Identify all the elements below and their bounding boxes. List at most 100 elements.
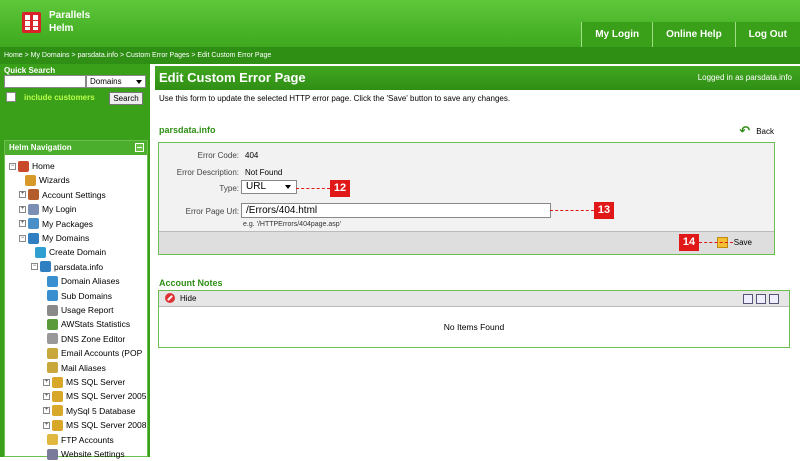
helm-navigation-panel: Helm Navigation − Home Wizards + Account Set…: [4, 140, 148, 460]
collapse-icon[interactable]: [135, 143, 144, 152]
nav-item[interactable]: + My Packages: [19, 217, 93, 231]
error-page-url-input[interactable]: /Errors/404.html: [241, 203, 551, 218]
report-icon: [47, 304, 58, 316]
nav-item[interactable]: − parsdata.info: [31, 260, 103, 274]
nav-item[interactable]: Wizards: [25, 173, 70, 187]
expand-toggle-icon[interactable]: +: [43, 421, 50, 429]
include-customers-label: include customers: [24, 93, 95, 102]
expand-toggle-icon[interactable]: +: [19, 205, 26, 213]
nav-item-label: Create Domain: [49, 247, 107, 258]
expand-toggle-icon[interactable]: +: [43, 378, 50, 386]
back-button[interactable]: ↶ Back: [739, 123, 774, 139]
online-help-link[interactable]: Online Help: [652, 22, 735, 47]
database-icon: [52, 419, 63, 431]
nav-item-label: Usage Report: [61, 305, 114, 315]
settings-icon: [47, 448, 58, 460]
error-code-label: Error Code:: [197, 151, 239, 160]
expand-toggle-icon[interactable]: −: [19, 234, 26, 242]
error-page-url-label: Error Page Url:: [185, 207, 239, 216]
nav-item[interactable]: FTP Accounts: [47, 433, 114, 447]
nav-item[interactable]: Website Settings: [47, 447, 125, 461]
back-label: Back: [756, 126, 774, 136]
quick-search-input[interactable]: [4, 75, 86, 88]
expand-toggle-icon[interactable]: +: [19, 220, 26, 228]
expand-toggle-icon[interactable]: +: [19, 191, 26, 199]
login-icon: [28, 203, 39, 215]
nav-item-label: Website Settings: [61, 449, 125, 459]
nav-item[interactable]: Email Accounts (POP: [47, 346, 142, 360]
globe-icon: [40, 261, 51, 273]
nav-item[interactable]: Domain Aliases: [47, 274, 120, 288]
callout-14-line: [699, 242, 733, 243]
brand-name: Parallels Helm: [49, 10, 91, 34]
expand-toggle-icon[interactable]: +: [43, 407, 50, 415]
stats-icon: [47, 318, 58, 330]
breadcrumb[interactable]: Home > My Domains > parsdata.info > Cust…: [0, 47, 800, 64]
email-icon: [47, 347, 58, 359]
account-notes-title: Account Notes: [159, 278, 223, 288]
include-customers-checkbox[interactable]: [6, 92, 16, 102]
database-icon: [52, 390, 63, 402]
wizard-icon: [25, 174, 36, 186]
error-code-value: 404: [245, 151, 259, 160]
nav-item[interactable]: + MS SQL Server: [43, 375, 125, 389]
export-icon[interactable]: [743, 294, 753, 304]
add-note-icon[interactable]: [756, 294, 766, 304]
database-icon: [52, 405, 63, 417]
chevron-down-icon: [136, 80, 142, 84]
nav-item[interactable]: + MySql 5 Database: [43, 404, 135, 418]
nav-item[interactable]: + MS SQL Server 2005: [43, 389, 146, 403]
log-out-link[interactable]: Log Out: [734, 22, 800, 47]
nav-item[interactable]: − My Domains: [19, 231, 89, 245]
sidebar: Quick Search Domains include customers S…: [0, 64, 150, 460]
nav-item-label: MS SQL Server 2005: [66, 391, 147, 402]
intro-text: Use this form to update the selected HTT…: [159, 94, 511, 103]
nav-item-label: AWStats Statistics: [61, 319, 131, 330]
expand-toggle-icon[interactable]: +: [43, 392, 50, 400]
nav-item[interactable]: + MS SQL Server 2008: [43, 418, 146, 432]
package-icon: [28, 218, 39, 230]
expand-toggle-icon[interactable]: −: [9, 162, 16, 170]
print-icon[interactable]: [769, 294, 779, 304]
callout-14: 14: [679, 234, 699, 251]
nav-item-label: Domain Aliases: [61, 276, 120, 287]
dns-icon: [47, 333, 58, 345]
title-bar: Edit Custom Error Page Logged in as pars…: [155, 66, 800, 90]
quick-search-select-value: Domains: [90, 77, 122, 86]
nav-item[interactable]: − Home: [9, 159, 55, 173]
callout-12: 12: [330, 180, 350, 197]
callout-12-line: [296, 188, 330, 189]
nav-item[interactable]: AWStats Statistics: [47, 317, 130, 331]
hide-button[interactable]: Hide: [165, 293, 196, 303]
nav-item[interactable]: Sub Domains: [47, 289, 112, 303]
header: Parallels Helm My Login Online Help Log …: [0, 0, 800, 47]
search-button[interactable]: Search: [109, 92, 143, 105]
nav-item[interactable]: Mail Aliases: [47, 361, 106, 375]
nav-item-label: Wizards: [39, 175, 70, 186]
nav-item-label: MySql 5 Database: [66, 405, 136, 416]
chevron-down-icon: [285, 185, 291, 189]
nav-item[interactable]: Create Domain: [35, 245, 106, 259]
error-description-label: Error Description:: [176, 168, 239, 177]
users-icon: [28, 189, 39, 201]
mail-alias-icon: [47, 362, 58, 374]
home-icon: [18, 160, 29, 172]
helm-navigation-title: Helm Navigation: [5, 141, 147, 155]
nav-item[interactable]: + My Login: [19, 202, 77, 216]
quick-search-select[interactable]: Domains: [86, 75, 146, 88]
nav-item-label: DNS Zone Editor: [61, 333, 126, 344]
quick-search-title: Quick Search: [4, 66, 56, 75]
nav-item[interactable]: DNS Zone Editor: [47, 332, 125, 346]
nav-item-label: MS SQL Server: [66, 377, 126, 387]
hide-label: Hide: [180, 293, 197, 303]
type-select[interactable]: URL: [241, 180, 297, 194]
save-label: Save: [733, 238, 752, 247]
nav-item[interactable]: + Account Settings: [19, 188, 106, 202]
nav-item-label: My Packages: [42, 218, 94, 229]
main-content: Edit Custom Error Page Logged in as pars…: [155, 64, 800, 457]
expand-toggle-icon[interactable]: −: [31, 263, 38, 271]
my-login-link[interactable]: My Login: [581, 22, 653, 47]
nav-item[interactable]: Usage Report: [47, 303, 113, 317]
domain-section-title: parsdata.info: [159, 125, 216, 135]
type-select-value: URL: [246, 181, 267, 192]
